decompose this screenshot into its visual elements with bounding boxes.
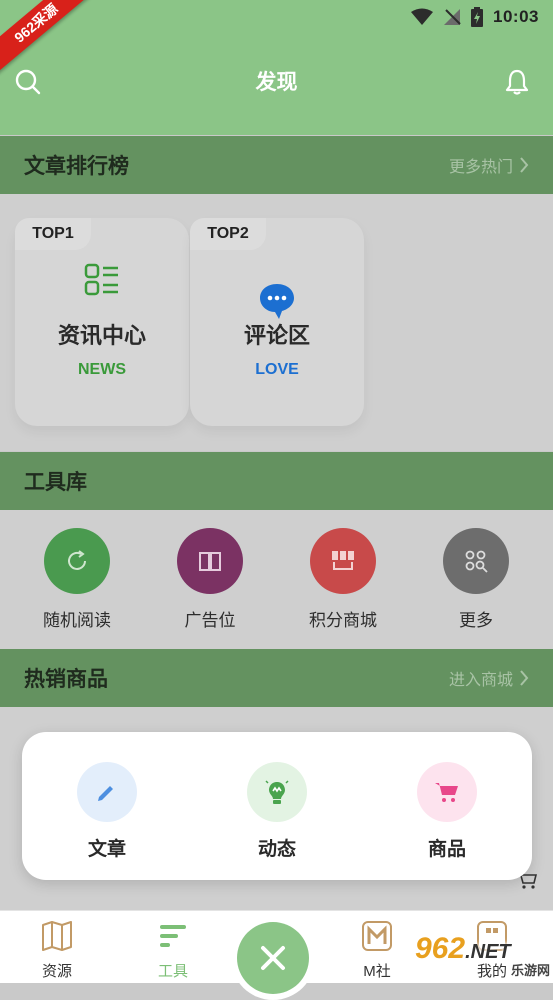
grid-search-icon [465,550,488,573]
status-time: 10:03 [493,7,539,26]
tool-random-read[interactable]: 随机阅读 [22,528,132,631]
map-icon [42,921,72,951]
battery-icon [471,7,484,27]
cart-icon [435,783,458,802]
rank-card-comments[interactable]: TOP2 评论区 LOVE [190,218,364,426]
nav-item-m-community[interactable]: M社 [337,919,417,981]
tools-bars-icon [160,925,186,947]
tool-circle [177,528,243,594]
popup-label: 商品 [427,839,466,860]
close-icon [261,946,285,970]
tool-circle [443,528,509,594]
top-header: 962采源 10:03 发现 [0,0,553,135]
watermark-number: 962 [415,932,466,965]
rank-card-subtitle: LOVE [255,361,299,378]
m-community-icon [362,921,392,951]
tool-points-mall[interactable]: 积分商城 [288,528,398,631]
rank-card-title: 评论区 [243,323,310,348]
tool-ad-slot[interactable]: 广告位 [155,528,265,631]
bell-icon[interactable] [503,68,531,96]
pencil-icon [98,786,113,801]
status-bar: 10:03 [411,6,539,28]
rank-card-news[interactable]: TOP1 资讯中心 NEWS [15,218,189,426]
book-icon [199,552,221,571]
nav-item-resources[interactable]: 资源 [17,919,97,981]
close-publish-button[interactable] [231,916,315,1000]
popup-circle [77,762,137,822]
rank-tag: TOP2 [190,218,266,250]
publish-product-button[interactable]: 商品 [387,762,507,861]
chat-bubble-icon [260,284,294,319]
page-title: 发现 [255,71,298,94]
tool-more[interactable]: 更多 [421,528,531,631]
tools-section-header: 工具库 [0,452,553,510]
lightbulb-icon [265,780,289,804]
rank-card-title: 资讯中心 [57,323,146,348]
more-hot-link[interactable]: 更多热门 [449,153,529,177]
wifi-icon [411,8,434,25]
popup-label: 文章 [87,839,126,860]
publish-popup: 文章 动态 商品 [22,732,532,880]
tool-label: 随机阅读 [43,611,111,630]
nav-label: M社 [363,963,391,980]
tool-label: 广告位 [184,611,236,630]
publish-article-button[interactable]: 文章 [47,762,167,861]
enter-mall-label: 进入商城 [448,672,513,689]
ranking-area: TOP1 资讯中心 NEWS TOP2 评论区 LOVE [0,194,553,451]
rank-card-subtitle: NEWS [78,361,126,378]
store-icon [332,551,354,570]
popup-circle [417,762,477,822]
tool-circle [44,528,110,594]
tool-circle [310,528,376,594]
tool-label: 积分商城 [309,611,377,630]
ranking-title: 文章排行榜 [24,155,129,178]
nav-item-tools[interactable]: 工具 [133,919,213,981]
enter-mall-link[interactable]: 进入商城 [449,666,529,690]
site-watermark: 962.NET 乐游网 [415,932,550,980]
rank-tag: TOP1 [15,218,91,250]
publish-moment-button[interactable]: 动态 [217,762,337,861]
goods-title: 热销商品 [24,668,108,691]
chevron-right-icon [520,670,529,686]
goods-section-header: 热销商品 进入商城 [0,649,553,707]
tool-label: 更多 [459,611,493,630]
list-icon [84,263,118,296]
tools-area: 随机阅读 广告位 积分商城 更多 [0,510,553,649]
close-button-circle [237,922,309,994]
nav-label: 工具 [157,963,188,980]
popup-label: 动态 [257,839,296,860]
watermark-suffix: .NET [465,941,511,963]
chevron-right-icon [520,157,529,173]
popup-circle [247,762,307,822]
more-hot-label: 更多热门 [448,159,513,176]
no-signal-icon [444,9,461,25]
ranking-section-header: 文章排行榜 更多热门 [0,136,553,194]
nav-label: 资源 [41,963,72,980]
refresh-icon [68,550,86,570]
tools-title: 工具库 [24,471,87,494]
